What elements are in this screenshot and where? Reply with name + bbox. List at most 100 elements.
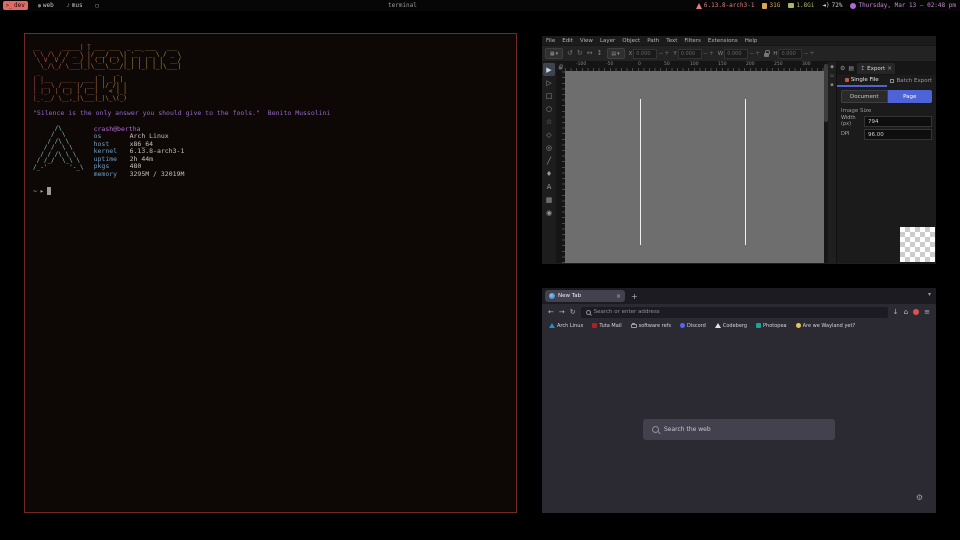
menu-path[interactable]: Path xyxy=(647,38,659,44)
export-panel-tab[interactable]: ↥ Export × xyxy=(857,63,895,74)
music-icon: ♪ xyxy=(67,3,70,9)
url-bar[interactable]: Search or enter address xyxy=(581,307,888,318)
h-input[interactable]: 0.000 xyxy=(778,49,802,59)
align-dropdown[interactable]: ▤ ▾ xyxy=(607,48,625,59)
layers-panel-icon[interactable]: ▤ xyxy=(848,65,854,72)
workspace-mus[interactable]: ♪ mus xyxy=(64,1,86,10)
bookmark-discord[interactable]: Discord xyxy=(680,323,706,329)
volume-module[interactable]: ◄) 72% xyxy=(822,2,842,9)
text-tool-icon[interactable]: A xyxy=(543,180,555,193)
flip-vertical-icon[interactable]: ↕ xyxy=(597,50,603,57)
star-tool-icon[interactable]: ☆ xyxy=(543,115,555,128)
menu-edit[interactable]: Edit xyxy=(562,38,573,44)
bookmark-label: software refs xyxy=(639,323,671,329)
reload-button[interactable]: ↻ xyxy=(570,308,576,316)
plus-stepper[interactable]: + xyxy=(709,50,714,57)
menu-object[interactable]: Object xyxy=(622,38,640,44)
selector-tool-icon[interactable]: ▶ xyxy=(543,63,555,76)
rotate-ccw-icon[interactable]: ↺ xyxy=(567,50,573,57)
settings-panel-icon[interactable]: ⚙ xyxy=(840,65,845,72)
minus-stepper[interactable]: − xyxy=(749,50,754,57)
pen-tool-icon[interactable]: ♦ xyxy=(543,167,555,180)
page-border-left[interactable] xyxy=(640,99,641,245)
bookmark-are-we-wayland-yet[interactable]: Are we Wayland yet? xyxy=(796,323,855,329)
dropper-tool-icon[interactable]: ◉ xyxy=(543,206,555,219)
y-input[interactable]: 0.000 xyxy=(678,49,702,59)
ruler-corner[interactable] xyxy=(556,62,565,71)
menu-help[interactable]: Help xyxy=(745,38,758,44)
downloads-button[interactable]: ↓ xyxy=(893,308,899,316)
vertical-ruler[interactable] xyxy=(556,71,565,263)
spiral-tool-icon[interactable]: ◎ xyxy=(543,141,555,154)
list-tabs-icon[interactable]: ▾ xyxy=(928,291,931,298)
pencil-tool-icon[interactable]: ╱ xyxy=(543,154,555,167)
minus-stepper[interactable]: − xyxy=(658,50,663,57)
bookmark-photopea[interactable]: Photopea xyxy=(756,323,787,329)
menu-view[interactable]: View xyxy=(580,38,593,44)
width-input[interactable]: 794 xyxy=(864,116,932,127)
bookmark-codeberg[interactable]: Codeberg xyxy=(715,323,747,329)
inkscape-window[interactable]: File Edit View Layer Object Path Text Fi… xyxy=(542,36,936,264)
h-field: H 0.000 − + xyxy=(773,49,814,59)
lock-ratio-icon[interactable] xyxy=(764,53,769,57)
new-tab-button[interactable]: + xyxy=(631,292,638,301)
export-panel: ⚙ ▤ ↥ Export × Single File Batc xyxy=(836,62,936,263)
tab-title: New Tab xyxy=(558,293,613,299)
bookmark-tuta-mail[interactable]: Tuta Mail xyxy=(592,323,621,329)
menu-extensions[interactable]: Extensions xyxy=(708,38,738,44)
node-editor-tool-icon[interactable]: ▷ xyxy=(543,76,555,89)
terminal-window[interactable]: _ __ _____| | ___ ___ _ __ ___ ___ \ \ /… xyxy=(24,33,517,513)
browser-window[interactable]: New Tab × + ▾ ← → ↻ Search or enter addr… xyxy=(542,288,936,513)
home-button[interactable]: ⌂ xyxy=(904,308,908,316)
snap-option-icon[interactable]: ▫ xyxy=(830,73,833,79)
minus-stepper[interactable]: − xyxy=(703,50,708,57)
drawing-canvas[interactable] xyxy=(565,71,824,263)
page-border-right[interactable] xyxy=(745,99,746,245)
tab-batch-export[interactable]: Batch Export xyxy=(887,75,937,87)
w-input[interactable]: 0.000 xyxy=(724,49,748,59)
horizontal-ruler[interactable]: -100 -50 0 50 100 150 200 250 300 xyxy=(565,62,824,71)
workspace-dev[interactable]: >_ dev xyxy=(3,1,28,10)
tab-close-icon[interactable]: × xyxy=(616,293,621,300)
tab-new-tab[interactable]: New Tab × xyxy=(545,290,625,302)
box3d-tool-icon[interactable]: ◇ xyxy=(543,128,555,141)
rectangle-tool-icon[interactable]: □ xyxy=(543,89,555,102)
plus-stepper[interactable]: + xyxy=(809,50,814,57)
back-button[interactable]: ← xyxy=(548,308,554,316)
tab-single-file[interactable]: Single File xyxy=(837,75,887,87)
workspace-web[interactable]: ◍ web xyxy=(35,1,57,10)
select-mode-dropdown[interactable]: ▦ ▾ xyxy=(545,48,563,59)
workspace-4[interactable]: □ xyxy=(93,2,102,10)
bookmark-folder-software-refs[interactable]: software refs xyxy=(631,323,671,329)
circle-tool-icon[interactable]: ○ xyxy=(543,102,555,115)
page-button[interactable]: Page xyxy=(888,90,933,103)
x-input[interactable]: 0.000 xyxy=(633,49,657,59)
menu-text[interactable]: Text xyxy=(666,38,677,44)
plus-stepper[interactable]: + xyxy=(755,50,760,57)
menu-filters[interactable]: Filters xyxy=(684,38,701,44)
scrollbar-thumb[interactable] xyxy=(824,64,828,122)
close-icon[interactable]: × xyxy=(887,65,892,72)
adblock-extension-icon[interactable] xyxy=(913,309,919,315)
document-button[interactable]: Document xyxy=(841,90,888,103)
web-search-box[interactable]: Search the web xyxy=(643,419,835,440)
menu-layer[interactable]: Layer xyxy=(600,38,615,44)
bookmark-arch-linux[interactable]: Arch Linux xyxy=(549,323,583,329)
minus-stepper[interactable]: − xyxy=(803,50,808,57)
speaker-icon: ◄) xyxy=(822,2,829,9)
menu-file[interactable]: File xyxy=(546,38,555,44)
canvas-vscrollbar[interactable] xyxy=(824,62,828,263)
snap-toggle-icon[interactable]: ◆ xyxy=(830,64,834,70)
chevron-down-icon: ▾ xyxy=(617,51,620,57)
rotate-cw-icon[interactable]: ↻ xyxy=(577,50,583,57)
shell-prompt[interactable]: ~ ▸ xyxy=(33,187,508,195)
snap-option-icon[interactable]: ▪ xyxy=(830,82,833,88)
flip-horizontal-icon[interactable]: ↔ xyxy=(587,50,593,57)
menu-button[interactable]: ≡ xyxy=(924,308,930,316)
gradient-tool-icon[interactable]: ▦ xyxy=(543,193,555,206)
plus-stepper[interactable]: + xyxy=(664,50,669,57)
ruler-label: 200 xyxy=(746,62,755,67)
dpi-input[interactable]: 96.00 xyxy=(864,129,932,140)
personalize-gear-icon[interactable]: ⚙ xyxy=(916,493,923,502)
forward-button[interactable]: → xyxy=(559,308,565,316)
